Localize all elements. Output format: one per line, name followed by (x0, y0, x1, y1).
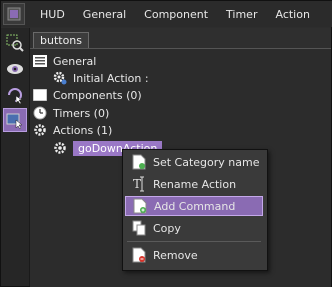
menu-label-rename-action: Rename Action (153, 177, 237, 191)
document-add-icon (132, 198, 148, 214)
document-remove-icon (131, 247, 147, 263)
app-window: HUD General Component Timer Action butto… (0, 0, 332, 287)
tree-label-actions: Actions (1) (53, 123, 113, 137)
tree-item-timers[interactable]: Timers (0) (33, 105, 109, 121)
gear-icon (53, 71, 67, 85)
editor-tool-icon[interactable] (3, 3, 25, 25)
tree-label-general: General (53, 54, 97, 68)
rotate-cursor-icon (8, 88, 23, 104)
eye-icon (7, 64, 23, 74)
component-icon (33, 88, 47, 102)
menu-component[interactable]: Component (135, 8, 217, 21)
menu-item-rename-action[interactable]: T Rename Action (125, 174, 263, 194)
zoom-select-icon (6, 34, 24, 52)
menu-label-set-category-name: Set Category name (153, 155, 260, 169)
clock-icon (33, 106, 47, 120)
tree-item-components[interactable]: Components (0) (33, 87, 142, 103)
tree-label-timers: Timers (0) (53, 106, 110, 120)
toolbar-hud-tool[interactable] (3, 108, 27, 132)
menu-item-add-command[interactable]: Add Command (125, 196, 263, 216)
menu-hud[interactable]: HUD (31, 8, 74, 21)
menu-action[interactable]: Action (266, 8, 318, 21)
document-edit-icon (131, 154, 147, 170)
window-cursor-icon (6, 113, 23, 129)
tree-label-initial-action: Initial Action : (73, 71, 149, 85)
tree-item-actions[interactable]: Actions (1) (33, 122, 112, 138)
menu-label-add-command: Add Command (154, 199, 236, 213)
list-icon (33, 54, 47, 68)
toolbar-select-tool[interactable] (3, 31, 27, 55)
gear-icon (33, 123, 47, 137)
tree-item-initial-action[interactable]: Initial Action : (53, 70, 149, 86)
context-menu: Set Category name T Rename Action Add Co… (122, 149, 268, 271)
gear-icon (53, 141, 67, 155)
menu-separator (127, 241, 261, 242)
menu-bar: HUD General Component Timer Action (1, 1, 332, 27)
menu-label-copy: Copy (153, 221, 181, 235)
menu-timer[interactable]: Timer (217, 8, 266, 21)
toolbar-rotate-tool[interactable] (3, 83, 27, 107)
tab-buttons[interactable]: buttons (33, 32, 90, 48)
menu-item-remove[interactable]: Remove (125, 245, 263, 265)
tree-label-components: Components (0) (53, 88, 142, 102)
toolbar-view-tool[interactable] (3, 57, 27, 81)
menu-item-set-category-name[interactable]: Set Category name (125, 152, 263, 172)
copy-icon (131, 220, 147, 236)
text-cursor-icon: T (131, 176, 147, 192)
menu-item-copy[interactable]: Copy (125, 218, 263, 238)
menu-general[interactable]: General (74, 8, 135, 21)
tree-item-general[interactable]: General (33, 53, 96, 69)
svg-text:T: T (133, 177, 141, 191)
menu-label-remove: Remove (153, 248, 198, 262)
left-toolbar (1, 28, 30, 286)
